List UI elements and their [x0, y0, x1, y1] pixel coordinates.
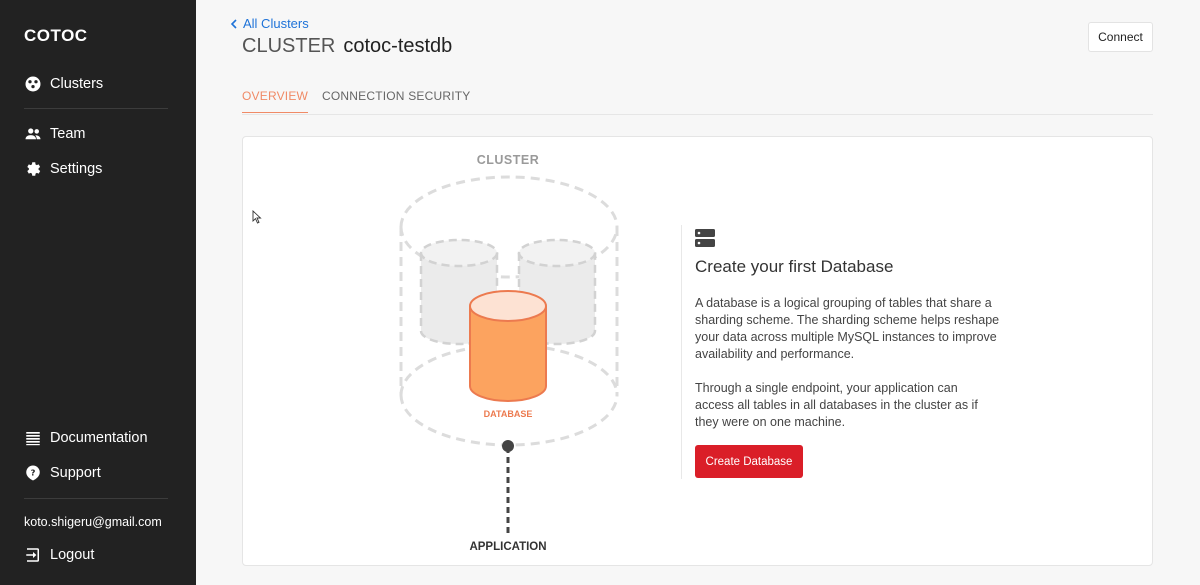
page-title-name: cotoc-testdb	[343, 35, 453, 57]
back-link-label: All Clusters	[243, 16, 309, 31]
sidebar: COTOC Clusters Team Settings Documentati…	[0, 0, 196, 585]
sidebar-item-settings[interactable]: Settings	[24, 157, 102, 181]
database-icon	[695, 229, 715, 247]
svg-text:?: ?	[31, 468, 36, 478]
sidebar-item-support[interactable]: ? Support	[24, 461, 101, 485]
sidebar-item-clusters[interactable]: Clusters	[24, 72, 103, 96]
mouse-cursor-icon	[252, 210, 262, 224]
page-title: CLUSTER cotoc-testdb	[242, 35, 452, 58]
tab-overview[interactable]: OVERVIEW	[242, 89, 309, 113]
gear-icon	[27, 162, 41, 176]
chevron-left-icon	[230, 18, 237, 29]
team-icon	[25, 128, 41, 140]
document-icon	[26, 432, 40, 446]
sidebar-divider	[24, 108, 168, 109]
sidebar-item-documentation[interactable]: Documentation	[24, 426, 148, 450]
connect-button[interactable]: Connect	[1088, 22, 1153, 52]
sidebar-item-team[interactable]: Team	[24, 122, 85, 146]
empty-state-panel: Create your first Database A database is…	[681, 225, 1011, 479]
brand-logo[interactable]: COTOC	[24, 26, 88, 46]
empty-state-title: Create your first Database	[695, 257, 894, 276]
application-label: APPLICATION	[469, 541, 546, 553]
connector-node	[502, 440, 514, 452]
create-database-button[interactable]: Create Database	[695, 445, 803, 478]
empty-state-description: A database is a logical grouping of tabl…	[695, 296, 1000, 361]
sidebar-item-label: Support	[50, 465, 101, 481]
logout-button[interactable]: Logout	[24, 543, 94, 567]
sidebar-item-label: Settings	[50, 161, 103, 177]
database-label: DATABASE	[484, 409, 533, 419]
empty-state-description-2: Through a single endpoint, your applicat…	[695, 381, 978, 429]
user-email: koto.shigeru@gmail.com	[24, 515, 162, 529]
tab-connection-security[interactable]: CONNECTION SECURITY	[322, 89, 470, 112]
main-content: All Clusters CLUSTER cotoc-testdb Connect…	[196, 0, 1200, 585]
page-title-kind: CLUSTER	[242, 35, 336, 57]
sidebar-item-label: Team	[50, 126, 86, 142]
sidebar-item-label: Documentation	[50, 430, 148, 446]
database-cylinder-highlight	[469, 290, 547, 402]
sidebar-item-label: Clusters	[50, 76, 104, 92]
cluster-diagram: CLUSTER DATABASE APPLICATION	[399, 153, 619, 553]
sidebar-divider	[24, 498, 168, 499]
logout-label: Logout	[50, 547, 95, 563]
help-icon: ?	[26, 465, 40, 481]
logout-icon	[26, 548, 39, 562]
tab-bar: OVERVIEW CONNECTION SECURITY	[242, 78, 1153, 115]
overview-card: CLUSTER DATABASE APPLICATION Create your…	[242, 136, 1153, 566]
clusters-icon	[25, 76, 41, 92]
back-link[interactable]: All Clusters	[229, 16, 309, 31]
cluster-label: CLUSTER	[477, 153, 540, 167]
